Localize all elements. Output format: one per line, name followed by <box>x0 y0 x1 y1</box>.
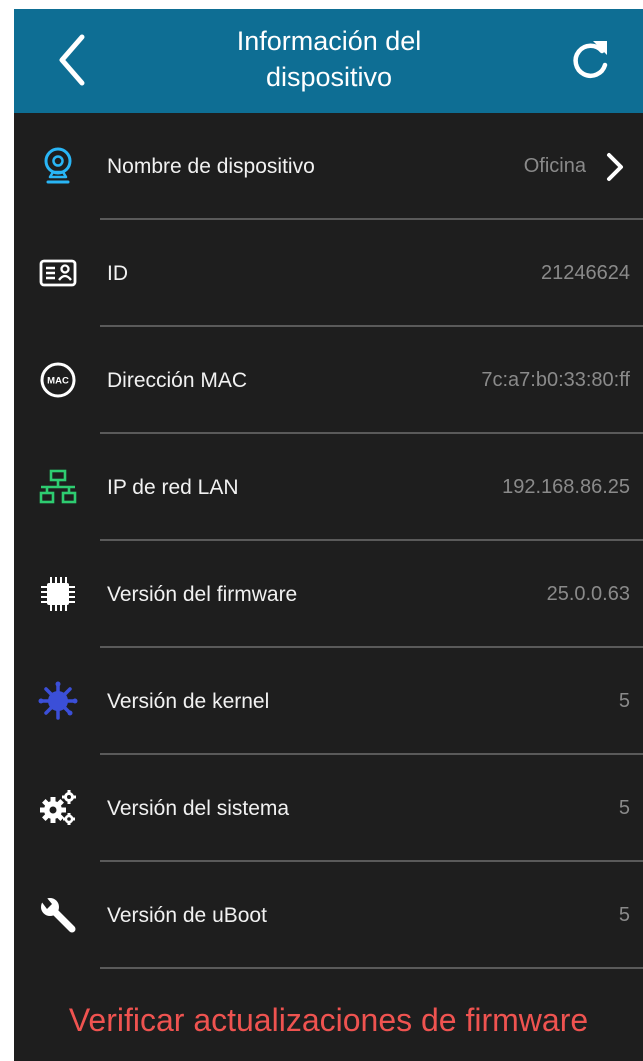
check-firmware-updates-link[interactable]: Verificar actualizaciones de firmware <box>14 985 643 1055</box>
list-item-label: IP de red LAN <box>107 476 239 499</box>
id-card-icon <box>38 253 78 293</box>
list-item-value: 5 <box>618 797 630 819</box>
network-icon <box>38 467 78 507</box>
list-item-firmware-version: Versión del firmware 25.0.0.63 <box>14 541 643 648</box>
gears-icon <box>38 788 78 828</box>
list-item-label: Versión del sistema <box>107 797 290 820</box>
list-item-id: ID 21246624 <box>14 220 643 327</box>
list-item-value: Oficina <box>523 155 586 177</box>
chip-icon <box>38 574 78 614</box>
list-item-value: 21246624 <box>541 262 630 284</box>
list-item-system-version: Versión del sistema 5 <box>14 755 643 862</box>
list-item-label: Versión del firmware <box>107 583 298 606</box>
left-border <box>0 0 14 1061</box>
divider <box>100 967 643 969</box>
refresh-icon <box>573 41 608 79</box>
app-header: Información del dispositivo <box>14 9 643 113</box>
list-item-label: Nombre de dispositivo <box>107 155 315 178</box>
chevron-left-icon <box>59 34 85 86</box>
device-info-screen: Información del dispositivo Nombre de di… <box>0 0 643 1061</box>
kernel-icon <box>38 681 78 721</box>
mac-badge-icon: MAC <box>38 360 78 400</box>
top-border <box>0 0 643 9</box>
back-button[interactable] <box>52 31 92 89</box>
list-item-value: 5 <box>618 690 630 712</box>
refresh-button[interactable] <box>566 35 614 85</box>
list-item-device-name[interactable]: Nombre de dispositivo Oficina <box>14 113 643 220</box>
page-title: Información del dispositivo <box>164 23 494 95</box>
page-title-line2: dispositivo <box>265 62 393 92</box>
list-item-value: 192.168.86.25 <box>502 476 630 498</box>
wrench-icon <box>38 895 78 935</box>
list-item-mac-address: MAC Dirección MAC 7c:a7:b0:33:80:ff <box>14 327 643 434</box>
list-item-lan-ip: IP de red LAN 192.168.86.25 <box>14 434 643 541</box>
mac-badge-text: MAC <box>47 376 69 387</box>
list-item-uboot-version: Versión de uBoot 5 <box>14 862 643 969</box>
list-item-value: 7c:a7:b0:33:80:ff <box>481 369 630 391</box>
list-item-kernel-version: Versión de kernel 5 <box>14 648 643 755</box>
list-item-value: 25.0.0.63 <box>546 583 630 605</box>
webcam-icon <box>38 146 78 186</box>
list-item-label: Versión de kernel <box>107 690 270 713</box>
chevron-right-icon <box>607 153 623 181</box>
device-info-list: Nombre de dispositivo Oficina ID 2124662… <box>14 113 643 969</box>
list-item-label: Versión de uBoot <box>107 904 267 927</box>
list-item-label: ID <box>107 262 128 285</box>
list-item-label: Dirección MAC <box>107 369 248 392</box>
list-item-value: 5 <box>618 904 630 926</box>
page-title-line1: Información del <box>236 26 422 56</box>
